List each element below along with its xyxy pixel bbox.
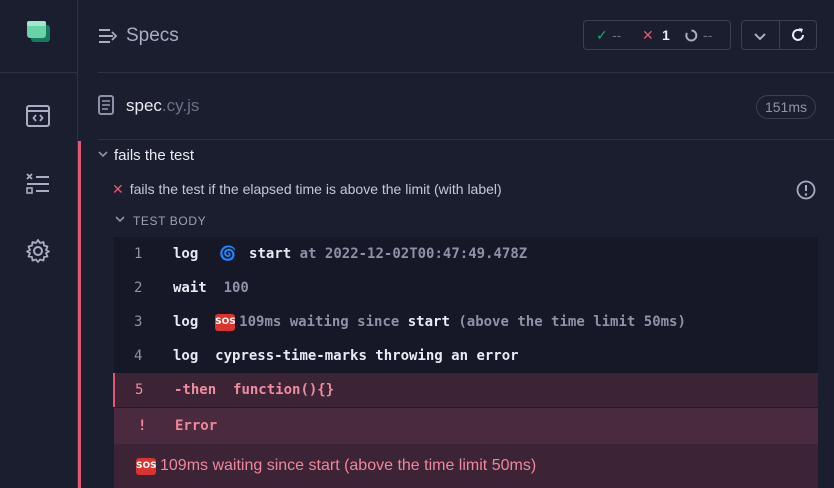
command-row[interactable]: 3 log SOS 109ms waiting since start (abov… xyxy=(114,305,818,339)
command-name: -then xyxy=(174,382,217,398)
command-row[interactable]: 1 log 🌀 start at 2022-12-02T00:47:49.478… xyxy=(114,237,818,271)
command-number: 3 xyxy=(134,314,143,330)
test-body-header[interactable]: TEST BODY xyxy=(115,214,206,228)
suite-title: fails the test xyxy=(114,147,195,164)
chevron-down-icon xyxy=(98,151,108,158)
command-row[interactable]: 2 wait 100 xyxy=(114,271,818,305)
button-divider xyxy=(779,21,780,49)
command-log: 1 log 🌀 start at 2022-12-02T00:47:49.478… xyxy=(113,237,818,407)
sos-icon: SOS xyxy=(136,458,157,475)
chevron-down-icon xyxy=(115,216,125,223)
command-row-failed[interactable]: 5 -then function(){} xyxy=(113,373,818,407)
spec-name: spec.cy.js xyxy=(126,96,199,116)
check-icon: ✓ xyxy=(596,27,608,43)
error-marker: ! xyxy=(138,418,147,434)
test-title: fails the test if the elapsed time is ab… xyxy=(129,181,502,197)
passed-count: -- xyxy=(612,27,622,43)
fail-x-icon: ✕ xyxy=(642,27,654,43)
rerun-icon[interactable] xyxy=(790,27,806,43)
header-divider xyxy=(98,72,834,73)
specs-list-icon xyxy=(99,29,118,43)
command-message: cypress-time-marks throwing an error xyxy=(215,348,519,364)
command-message: at 2022-12-02T00:47:49.478Z xyxy=(299,246,528,262)
app-logo[interactable] xyxy=(0,0,77,73)
test-stats: ✓ -- ✕ 1 -- xyxy=(583,20,731,50)
error-panel: ! Error SOS 109ms waiting since start (ab… xyxy=(114,408,818,488)
test-list-icon[interactable] xyxy=(24,170,52,198)
pending-spinner-icon xyxy=(685,29,698,42)
page-title: Specs xyxy=(126,25,179,46)
fail-x-icon: ✕ xyxy=(112,181,124,197)
command-name: log xyxy=(173,246,199,262)
failure-indicator-bar xyxy=(78,141,81,488)
cyclone-icon: 🌀 xyxy=(219,246,237,262)
spec-extension: .cy.js xyxy=(161,96,200,115)
command-name: log xyxy=(173,314,199,330)
command-message: 109ms waiting since xyxy=(239,314,400,330)
header-actions xyxy=(741,20,817,50)
chevron-down-icon[interactable] xyxy=(753,29,767,43)
command-message-bold: start xyxy=(407,314,450,330)
spec-basename: spec xyxy=(126,96,162,115)
command-number: 1 xyxy=(134,246,143,262)
command-number: 5 xyxy=(135,382,144,398)
command-row[interactable]: 4 log cypress-time-marks throwing an err… xyxy=(114,339,818,373)
command-message: (above the time limit 50ms) xyxy=(458,314,686,330)
command-message-bold: start xyxy=(249,246,292,262)
sidebar xyxy=(0,0,78,488)
header: Specs ✓ -- ✕ 1 -- xyxy=(78,0,834,72)
command-name: wait xyxy=(173,280,207,296)
error-header[interactable]: ! Error xyxy=(114,408,818,444)
alert-circle-icon[interactable] xyxy=(796,180,816,200)
settings-gear-icon[interactable] xyxy=(24,237,52,265)
error-label: Error xyxy=(175,418,218,434)
spec-divider xyxy=(98,139,834,140)
failed-count: 1 xyxy=(662,27,670,43)
command-number: 2 xyxy=(134,280,143,296)
duration-badge: 151ms xyxy=(755,95,816,119)
spec-file-header[interactable]: spec.cy.js 151ms xyxy=(98,74,834,138)
suite-row[interactable]: fails the test xyxy=(98,147,194,164)
code-window-icon[interactable] xyxy=(24,102,52,130)
section-label: TEST BODY xyxy=(133,214,207,228)
cypress-logo-icon xyxy=(27,21,50,42)
command-name: log xyxy=(173,348,199,364)
error-message-row: SOS 109ms waiting since start (above the … xyxy=(136,457,536,475)
test-row[interactable]: ✕ fails the test if the elapsed time is a… xyxy=(112,181,502,198)
command-number: 4 xyxy=(134,348,143,364)
sos-icon: SOS xyxy=(215,314,236,331)
command-message: 100 xyxy=(223,280,249,296)
pending-count: -- xyxy=(703,27,713,43)
document-icon xyxy=(98,95,114,115)
command-message: function(){} xyxy=(233,382,335,398)
error-message: 109ms waiting since start (above the tim… xyxy=(160,457,537,474)
